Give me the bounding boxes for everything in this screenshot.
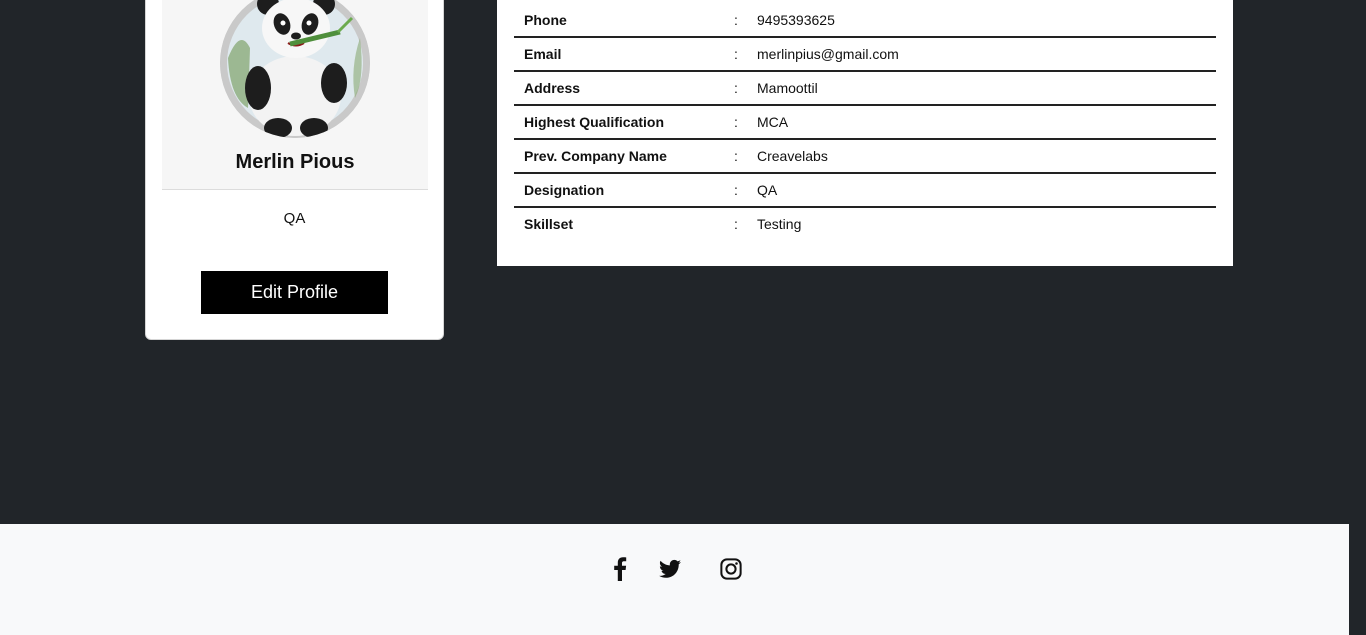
details-table: Phone : 9495393625 Email : merlinpius@gm…	[514, 4, 1216, 240]
details-row-designation: Designation : QA	[514, 173, 1216, 207]
detail-value: Creavelabs	[757, 148, 828, 164]
details-row-email: Email : merlinpius@gmail.com	[514, 37, 1216, 71]
detail-separator: :	[734, 148, 738, 164]
detail-label: Designation	[524, 182, 605, 198]
detail-separator: :	[734, 12, 738, 28]
detail-value: Testing	[757, 216, 802, 232]
footer	[0, 524, 1349, 635]
detail-separator: :	[734, 80, 738, 96]
detail-value: MCA	[757, 114, 789, 130]
detail-separator: :	[734, 46, 738, 62]
profile-header: Merlin Pious	[162, 0, 428, 190]
twitter-icon[interactable]	[658, 557, 682, 581]
details-row-address: Address : Mamoottil	[514, 71, 1216, 105]
details-row-prev-company: Prev. Company Name : Creavelabs	[514, 139, 1216, 173]
facebook-icon[interactable]	[608, 557, 632, 581]
panda-avatar-image	[220, 0, 370, 138]
detail-value: merlinpius@gmail.com	[757, 46, 899, 62]
detail-label: Phone	[524, 12, 567, 28]
detail-label: Prev. Company Name	[524, 148, 667, 164]
detail-value: 9495393625	[757, 12, 835, 28]
page: Merlin Pious QA Edit Profile Phone : 949…	[0, 0, 1366, 635]
detail-label: Address	[524, 80, 581, 96]
detail-label: Highest Qualification	[524, 114, 665, 130]
detail-value: QA	[757, 182, 778, 198]
detail-separator: :	[734, 216, 738, 232]
profile-card: Merlin Pious QA Edit Profile	[145, 0, 444, 340]
detail-separator: :	[734, 182, 738, 198]
edit-profile-button[interactable]: Edit Profile	[201, 271, 388, 314]
details-row-skillset: Skillset : Testing	[514, 207, 1216, 240]
detail-separator: :	[734, 114, 738, 130]
detail-label: Email	[524, 46, 562, 62]
details-row-phone: Phone : 9495393625	[514, 4, 1216, 37]
profile-role: QA	[283, 210, 306, 227]
detail-value: Mamoottil	[757, 80, 818, 96]
avatar	[220, 0, 370, 138]
details-panel: Phone : 9495393625 Email : merlinpius@gm…	[497, 0, 1233, 266]
profile-name: Merlin Pious	[235, 151, 355, 173]
details-row-qualification: Highest Qualification : MCA	[514, 105, 1216, 139]
instagram-icon[interactable]	[719, 557, 743, 581]
detail-label: Skillset	[524, 216, 574, 232]
